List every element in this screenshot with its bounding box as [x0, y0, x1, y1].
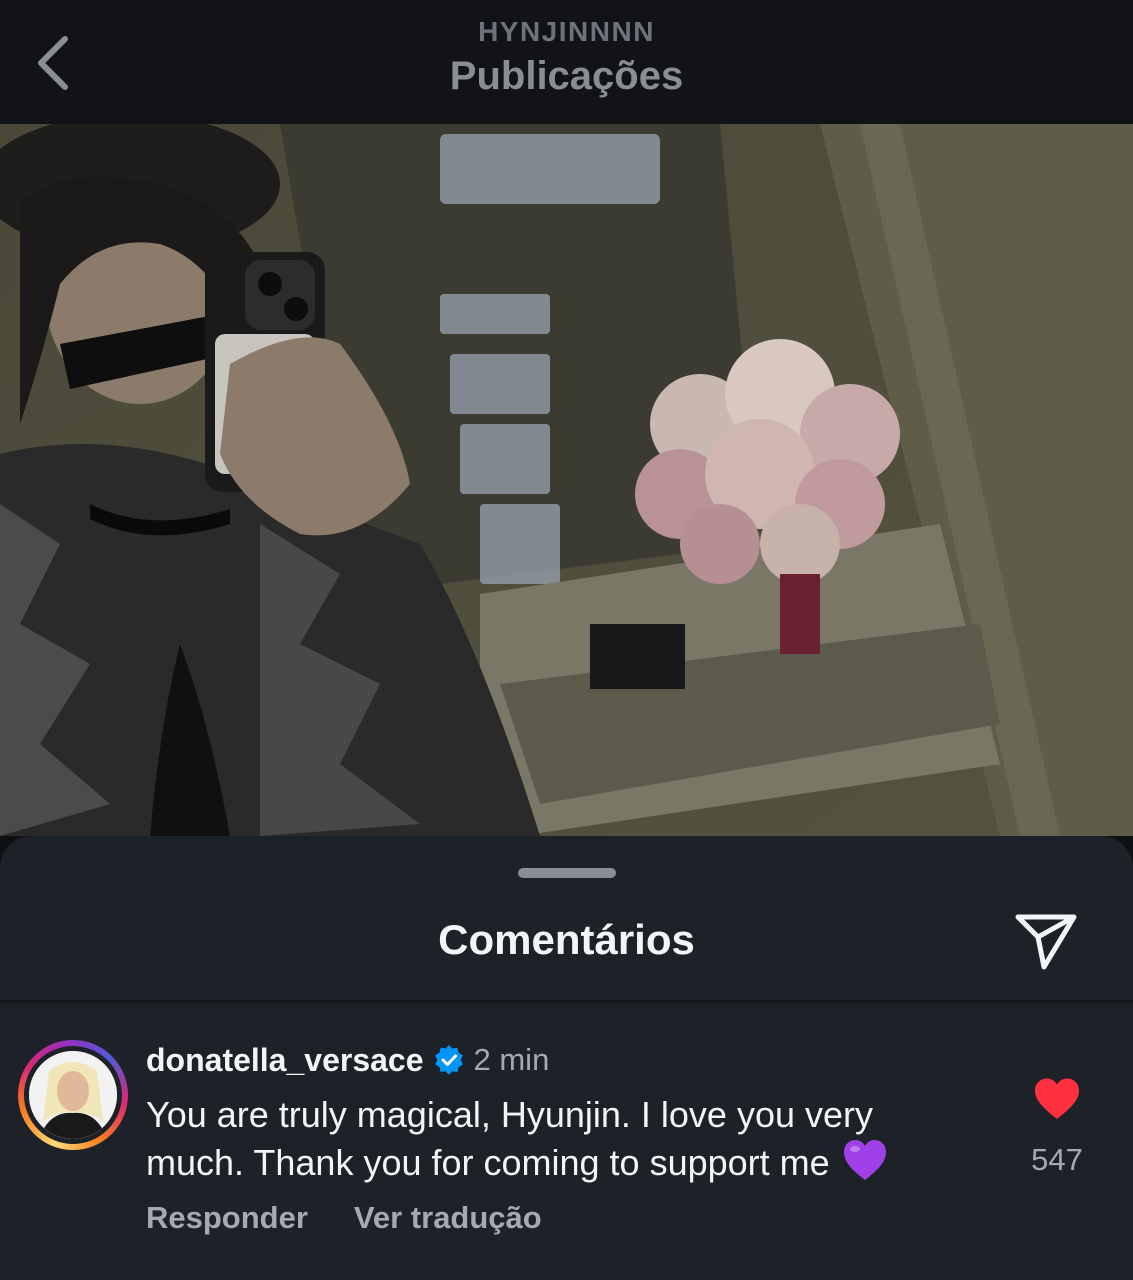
commenter-avatar[interactable] [18, 1040, 128, 1150]
comment-text: You are truly magical, Hyunjin. I love y… [146, 1094, 874, 1184]
comment-body: You are truly magical, Hyunjin. I love y… [146, 1092, 976, 1193]
like-count: 547 [1031, 1142, 1083, 1177]
comment-timestamp: 2 min [473, 1042, 550, 1077]
verified-badge-icon [434, 1045, 464, 1075]
see-translation-button[interactable]: Ver tradução [354, 1200, 542, 1236]
like-button[interactable] [1030, 1074, 1084, 1124]
reply-button[interactable]: Responder [146, 1200, 308, 1236]
heart-filled-icon [1035, 1078, 1079, 1119]
comments-sheet: Comentários donatella_versace 2 min You … [0, 836, 1133, 1280]
send-icon [1015, 914, 1077, 970]
top-bar: HYNJINNNN Publicações [0, 0, 1133, 124]
profile-username[interactable]: HYNJINNNN [0, 14, 1133, 50]
avatar-photo [29, 1051, 117, 1139]
comment-actions: Responder Ver tradução [146, 1200, 542, 1236]
share-button[interactable] [1010, 906, 1082, 978]
comment-header: donatella_versace 2 min [146, 1040, 549, 1080]
comment-username[interactable]: donatella_versace [146, 1042, 424, 1079]
post-photo[interactable] [0, 124, 1133, 836]
header-titles: HYNJINNNN Publicações [0, 14, 1133, 100]
page-title: Publicações [449, 54, 684, 98]
divider [0, 1000, 1133, 1003]
drag-handle[interactable] [518, 868, 616, 878]
purple-heart-icon [842, 1138, 888, 1193]
comments-title: Comentários [438, 916, 695, 963]
